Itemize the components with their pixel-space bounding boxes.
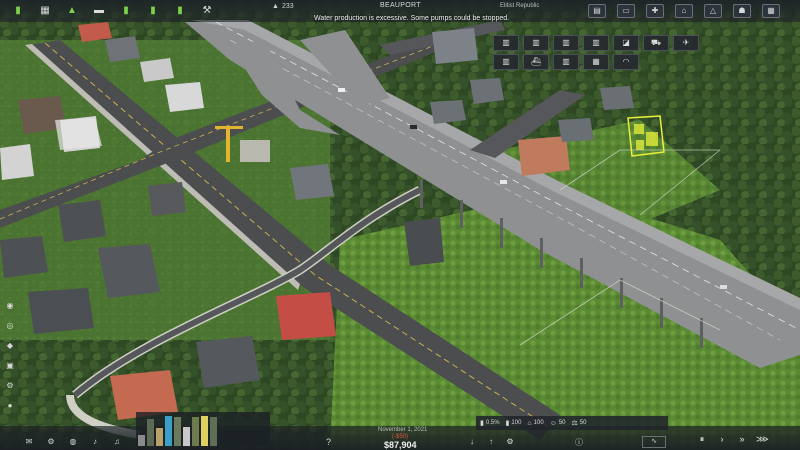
upload-icon[interactable]: ↑ (485, 437, 497, 447)
book-icon[interactable]: ▤ (588, 4, 606, 18)
city-name[interactable]: BEAUPORT (380, 2, 421, 9)
bell-icon[interactable]: ♪ (88, 436, 102, 448)
office-icon[interactable]: ▥ (583, 35, 609, 51)
resource-bar-1[interactable] (147, 419, 154, 446)
commercial-icon[interactable]: ▥ (523, 35, 549, 51)
truck-icon[interactable]: ⛟ (643, 35, 669, 51)
population-counter[interactable]: ▲ 233 (272, 3, 294, 10)
resource-bar-4[interactable] (174, 417, 181, 446)
fastest-icon[interactable]: ⋙ (756, 434, 769, 444)
resource-bar-8[interactable] (210, 417, 217, 446)
airport-icon[interactable]: ✈ (673, 35, 699, 51)
terrain-icon[interactable]: ⌂ (675, 4, 693, 18)
layer-icon[interactable]: ◆ (4, 340, 16, 352)
status-trade[interactable]: ⚖ 50 (572, 419, 587, 427)
stats-icon[interactable]: ▮ (9, 4, 27, 18)
resource-bar-0[interactable] (138, 435, 145, 446)
tools-icon[interactable]: ✚ (646, 4, 664, 18)
globe-icon[interactable]: ◍ (66, 436, 80, 448)
population-value: 233 (281, 3, 294, 10)
resource-bar-5[interactable] (183, 427, 190, 446)
bottom-bar: ✉ ⚙ ◍ ♪ ♫ ? November 1, 2021 (-$50) $87,… (0, 426, 800, 450)
ship-icon[interactable]: ⛴ (523, 54, 549, 70)
resource-bar-2[interactable] (156, 428, 163, 446)
storage-icon[interactable]: ▦ (583, 54, 609, 70)
person-icon: ▲ (272, 3, 279, 10)
status-population[interactable]: ▮ 0.5% (480, 419, 500, 427)
housing-icon: ⌂ (527, 419, 532, 427)
warning-icon[interactable]: △ (704, 4, 722, 18)
left-sidebar: ◉ ◎ ◆ ▣ ⚙ ● (4, 300, 18, 412)
help-button[interactable]: ? (326, 437, 331, 447)
resource-bar-7[interactable] (201, 416, 208, 446)
status-industry[interactable]: ▮ 100 (506, 419, 522, 427)
mail-icon[interactable]: ✉ (22, 436, 36, 448)
industry-icon[interactable]: ▮ (144, 4, 162, 18)
game-date: November 1, 2021 (378, 427, 428, 433)
play-icon[interactable]: › (716, 434, 728, 444)
eye-icon[interactable]: ◎ (4, 320, 16, 332)
top-bar: ▮ ▦ ▲ ▬ ▮ ▮ ▮ ⚒ ▲ 233 BEAUPORT Elitist R… (0, 0, 800, 22)
fast-icon[interactable]: » (736, 434, 748, 444)
resource-bar-3[interactable] (165, 416, 172, 446)
people-icon[interactable]: ☗ (733, 4, 751, 18)
hammer-icon[interactable]: ⚒ (198, 4, 216, 18)
pin-icon[interactable]: ● (4, 400, 16, 412)
trade-icon: ⚖ (571, 420, 578, 427)
resource-level-bars[interactable] (136, 412, 270, 446)
game-view[interactable]: ▮ ▦ ▲ ▬ ▮ ▮ ▮ ⚒ ▲ 233 BEAUPORT Elitist R… (0, 0, 800, 450)
notification-message[interactable]: Water production is excessive. Some pump… (314, 15, 509, 22)
bulldoze-icon[interactable]: ▭ (617, 4, 635, 18)
happy-icon: ☺ (549, 419, 557, 427)
sound-icon[interactable]: ♫ (110, 436, 124, 448)
utility-icon[interactable]: ▥ (493, 54, 519, 70)
residential-icon[interactable]: ▥ (493, 35, 519, 51)
trade-controls: ↓ ↑ ⚙ (466, 437, 516, 447)
status-value: 100 (511, 420, 522, 426)
farm-icon[interactable]: ◪ (613, 35, 639, 51)
build-palette: ▥ ▥ ▥ ▥ ◪ ⛟ ✈ ▥ ⛴ ▥ ▦ ◠ (493, 35, 699, 70)
industry-icon: ▮ (505, 420, 510, 427)
status-happiness[interactable]: ☺ 50 (550, 420, 566, 427)
road-icon[interactable]: ▬ (90, 4, 108, 18)
info-icon[interactable]: ⓘ (575, 437, 583, 448)
demolish-icon[interactable]: ◉ (4, 300, 16, 312)
bottom-left-tools: ✉ ⚙ ◍ ♪ ♫ (22, 436, 124, 448)
settings-icon[interactable]: ▦ (762, 4, 780, 18)
pause-icon[interactable]: ⏸ (696, 434, 708, 444)
download-icon[interactable]: ↓ (466, 437, 478, 447)
settings-icon[interactable]: ⚙ (44, 436, 58, 448)
status-value: 0.5% (485, 420, 500, 426)
top-right-tools: ▤ ▭ ✚ ⌂ △ ☗ ▦ (588, 4, 780, 18)
status-value: 100 (533, 420, 544, 426)
chart-icon[interactable]: ∿ (642, 436, 666, 448)
budget-icon[interactable]: ▮ (117, 4, 135, 18)
resource-bar-6[interactable] (192, 417, 199, 446)
population-icon: ▮ (480, 420, 484, 427)
speed-controls: ⏸ › » ⋙ (696, 434, 769, 444)
industrial-icon[interactable]: ▥ (553, 35, 579, 51)
construction-icon[interactable]: ▲ (63, 4, 81, 18)
status-value: 50 (579, 420, 587, 426)
republic-name: Elitist Republic (500, 3, 540, 9)
zoning-icon[interactable]: ▣ (4, 360, 16, 372)
building-icon[interactable]: ▦ (36, 4, 54, 18)
houses-icon[interactable]: ▮ (171, 4, 189, 18)
status-strip: ▮ 0.5% ▮ 100 ⌂ 100 ☺ 50 ⚖ 50 (476, 416, 668, 430)
funds-balance[interactable]: $87,904 (384, 440, 417, 450)
status-housing[interactable]: ⌂ 100 (527, 420, 543, 427)
gear-icon[interactable]: ⚙ (4, 380, 16, 392)
special-icon[interactable]: ◠ (613, 54, 639, 70)
rail-icon[interactable]: ▥ (553, 54, 579, 70)
status-value: 50 (558, 420, 566, 426)
gear-icon[interactable]: ⚙ (504, 437, 516, 447)
